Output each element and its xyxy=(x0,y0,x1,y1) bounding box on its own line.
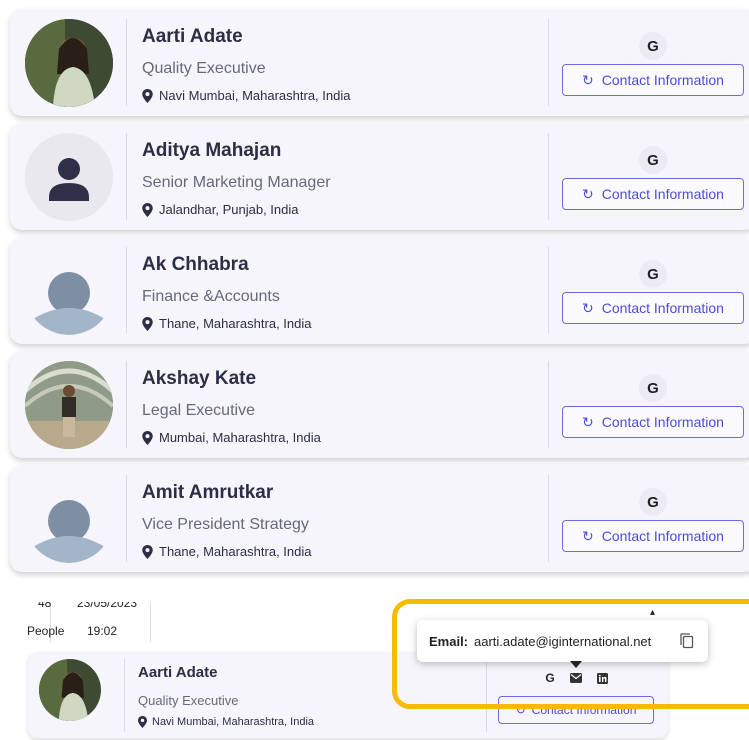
stats-bar: 48 People 23/05/2023 19:02 xyxy=(0,602,160,642)
google-icon[interactable]: G xyxy=(639,374,667,402)
contact-location: Navi Mumbai, Maharashtra, India xyxy=(142,88,350,103)
contact-location: Thane, Maharashtra, India xyxy=(142,544,311,559)
contact-title: Legal Executive xyxy=(142,402,255,419)
contact-information-label: Contact Information xyxy=(601,72,724,88)
contact-location-text: Jalandhar, Punjab, India xyxy=(159,202,299,217)
contact-information-label: Contact Information xyxy=(601,300,724,316)
google-icon[interactable]: G xyxy=(639,260,667,288)
contact-information-label: Contact Information xyxy=(601,186,724,202)
contact-card[interactable]: Ak Chhabra Finance &Accounts Thane, Maha… xyxy=(10,237,749,344)
location-pin-icon xyxy=(142,430,153,445)
location-pin-icon xyxy=(142,202,153,217)
people-label: People xyxy=(27,624,65,638)
highlight-box xyxy=(392,599,749,709)
contact-title: Quality Executive xyxy=(138,693,239,708)
location-pin-icon xyxy=(142,544,153,559)
contact-card[interactable]: Amit Amrutkar Vice President Strategy Th… xyxy=(10,465,749,572)
contact-location-text: Thane, Maharashtra, India xyxy=(159,316,312,331)
refresh-icon: ↻ xyxy=(582,299,594,316)
contact-location: Mumbai, Maharashtra, India xyxy=(142,430,321,445)
contact-name: Amit Amrutkar xyxy=(142,482,274,503)
contact-information-label: Contact Information xyxy=(601,528,724,544)
avatar xyxy=(25,361,113,449)
avatar xyxy=(39,659,101,721)
google-icon[interactable]: G xyxy=(639,32,667,60)
contact-information-label: Contact Information xyxy=(601,414,724,430)
google-icon[interactable]: G xyxy=(639,488,667,516)
refresh-icon: ↻ xyxy=(582,185,594,202)
stat-time: 19:02 xyxy=(87,624,118,638)
avatar xyxy=(25,133,113,221)
avatar xyxy=(25,247,113,335)
contact-title: Senior Marketing Manager xyxy=(142,174,331,191)
contact-location-text: Mumbai, Maharashtra, India xyxy=(159,430,321,445)
contact-title: Quality Executive xyxy=(142,60,266,77)
people-count: 48 xyxy=(38,602,52,610)
contact-title: Vice President Strategy xyxy=(142,516,309,533)
contact-location: Jalandhar, Punjab, India xyxy=(142,202,299,217)
location-pin-icon xyxy=(138,716,147,728)
contact-information-button[interactable]: ↻ Contact Information xyxy=(562,64,744,96)
contact-location-text: Navi Mumbai, Maharashtra, India xyxy=(159,88,351,103)
location-pin-icon xyxy=(142,88,153,103)
contact-location-text: Thane, Maharashtra, India xyxy=(159,544,312,559)
stat-date: 23/05/2023 xyxy=(77,602,138,610)
contact-information-button[interactable]: ↻ Contact Information xyxy=(562,520,744,552)
contact-name: Aarti Adate xyxy=(142,26,243,47)
contact-information-button[interactable]: ↻ Contact Information xyxy=(562,292,744,324)
contact-name: Ak Chhabra xyxy=(142,254,249,275)
contact-location: Thane, Maharashtra, India xyxy=(142,316,311,331)
contact-card[interactable]: Aarti Adate Quality Executive Navi Mumba… xyxy=(10,9,749,116)
contact-name: Akshay Kate xyxy=(142,368,257,389)
avatar xyxy=(25,19,113,107)
location-pin-icon xyxy=(142,316,153,331)
refresh-icon: ↻ xyxy=(582,413,594,430)
refresh-icon: ↻ xyxy=(582,71,594,88)
contact-card[interactable]: Aditya Mahajan Senior Marketing Manager … xyxy=(10,123,749,230)
contact-name: Aarti Adate xyxy=(138,664,218,681)
avatar xyxy=(25,475,113,563)
refresh-icon: ↻ xyxy=(582,527,594,544)
contact-location-text: Navi Mumbai, Maharashtra, India xyxy=(152,716,315,728)
contact-location: Navi Mumbai, Maharashtra, India xyxy=(138,716,314,728)
contact-information-button[interactable]: ↻ Contact Information xyxy=(562,178,744,210)
contact-card[interactable]: Akshay Kate Legal Executive Mumbai, Maha… xyxy=(10,351,749,458)
contact-information-button[interactable]: ↻ Contact Information xyxy=(562,406,744,438)
google-icon[interactable]: G xyxy=(639,146,667,174)
contact-name: Aditya Mahajan xyxy=(142,140,282,161)
contact-title: Finance &Accounts xyxy=(142,288,280,305)
